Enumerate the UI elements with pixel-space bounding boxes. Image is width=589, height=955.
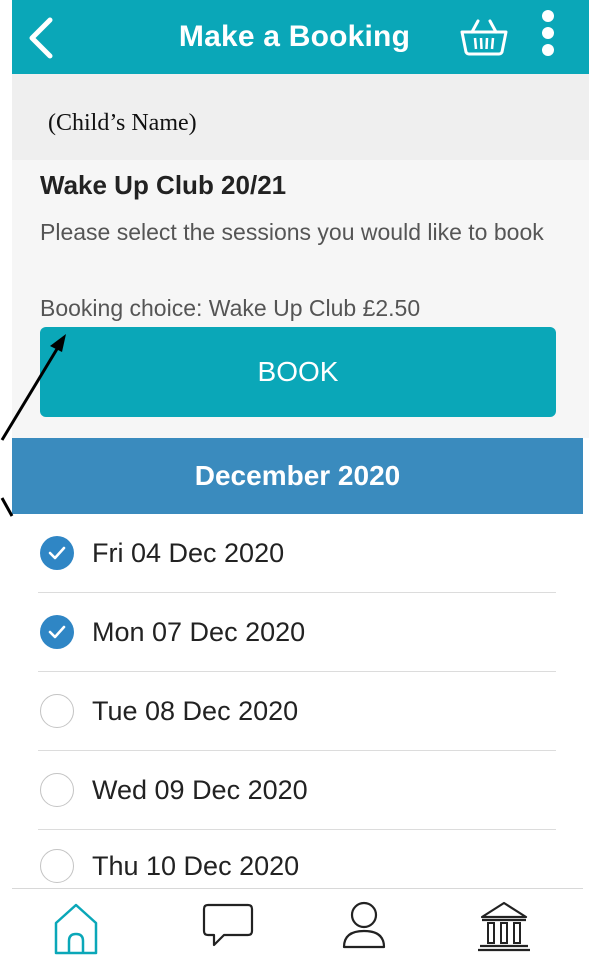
basket-button[interactable] [458, 18, 510, 56]
chat-icon [202, 903, 254, 947]
home-icon [54, 903, 98, 955]
book-button[interactable]: BOOK [40, 327, 556, 417]
session-date: Fri 04 Dec 2020 [92, 537, 285, 568]
session-date: Wed 09 Dec 2020 [92, 774, 308, 805]
checkmark-icon [48, 546, 66, 560]
chevron-left-icon [29, 17, 53, 59]
child-name-band: (Child’s Name) [12, 74, 589, 160]
checkbox-unchecked[interactable] [40, 694, 74, 728]
booking-instruction: Please select the sessions you would lik… [40, 219, 544, 245]
session-row[interactable]: Tue 08 Dec 2020 [38, 672, 556, 751]
tab-profile[interactable] [334, 899, 394, 955]
checkmark-icon [48, 625, 66, 639]
session-list: Fri 04 Dec 2020 Mon 07 Dec 2020 Tue 08 D… [38, 514, 556, 902]
session-row[interactable]: Mon 07 Dec 2020 [38, 593, 556, 672]
basket-icon [460, 19, 508, 56]
booking-info-panel: Wake Up Club 20/21 Please select the ses… [12, 160, 589, 438]
session-row[interactable]: Wed 09 Dec 2020 [38, 751, 556, 830]
more-vertical-icon [542, 10, 554, 56]
more-options-button[interactable] [538, 6, 558, 62]
session-date: Mon 07 Dec 2020 [92, 616, 306, 647]
session-date: Tue 08 Dec 2020 [92, 695, 299, 726]
checkbox-unchecked[interactable] [40, 849, 74, 883]
checkbox-unchecked[interactable] [40, 773, 74, 807]
user-icon [342, 901, 386, 949]
booking-choice: Booking choice: Wake Up Club £2.50 [40, 295, 421, 321]
month-header: December 2020 [12, 438, 583, 514]
child-name: (Child’s Name) [48, 110, 197, 136]
back-button[interactable] [26, 16, 58, 60]
tab-payments[interactable] [474, 899, 534, 955]
app-header: Make a Booking [12, 0, 589, 74]
bottom-tab-bar [12, 888, 583, 955]
tab-home[interactable] [46, 899, 106, 955]
session-date: Thu 10 Dec 2020 [92, 850, 300, 881]
bank-icon [478, 901, 530, 952]
tab-messages[interactable] [198, 899, 258, 955]
checkbox-checked[interactable] [40, 536, 74, 570]
checkbox-checked[interactable] [40, 615, 74, 649]
club-title: Wake Up Club 20/21 [40, 170, 287, 200]
session-row[interactable]: Fri 04 Dec 2020 [38, 514, 556, 593]
